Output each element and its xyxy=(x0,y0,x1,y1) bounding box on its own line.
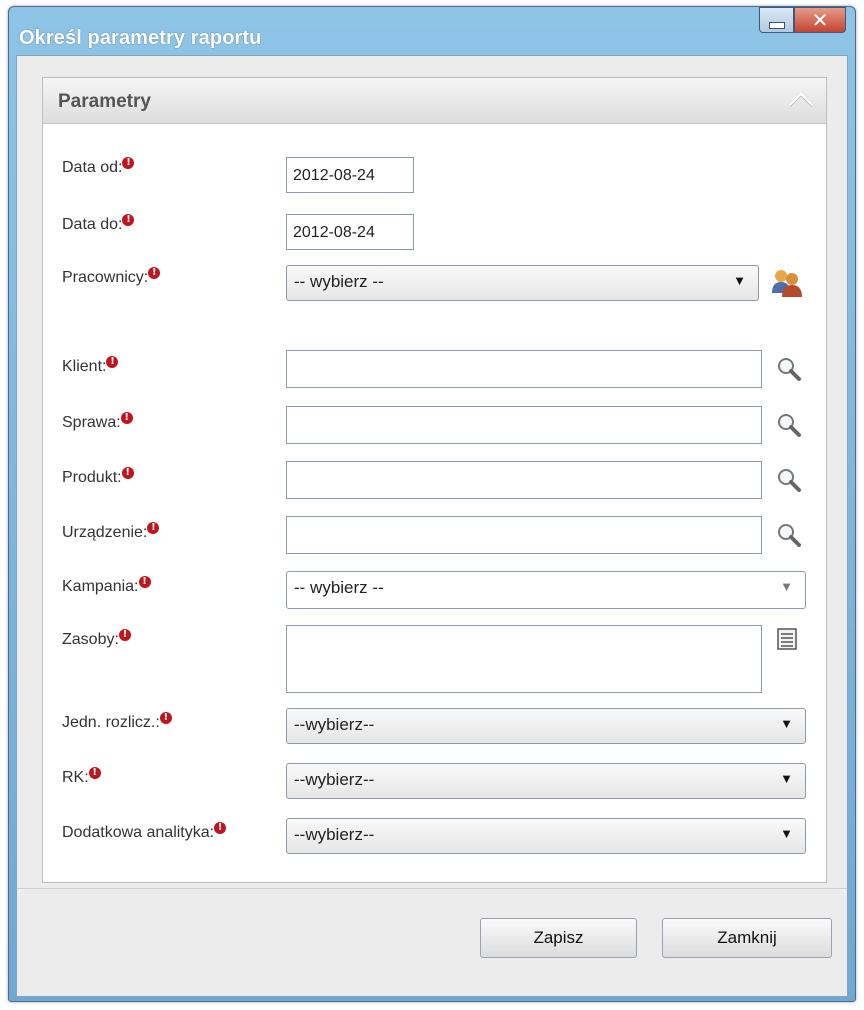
extra-analytics-select[interactable]: --wybierz-- ▼ xyxy=(286,818,806,854)
dropdown-arrow-icon: ▼ xyxy=(780,579,793,594)
employees-select-value: -- wybierz -- xyxy=(294,272,384,291)
campaign-select[interactable]: -- wybierz -- ▼ xyxy=(286,571,806,609)
search-icon[interactable] xyxy=(776,467,802,493)
required-icon: ! xyxy=(121,467,134,479)
client-label: Klient:! xyxy=(62,356,119,376)
resources-list[interactable] xyxy=(286,625,762,693)
billing-unit-select-value: --wybierz-- xyxy=(294,715,375,734)
date-to-input[interactable]: 2012-08-24 xyxy=(286,214,414,250)
close-icon: ✕ xyxy=(811,8,829,32)
panel-header[interactable]: Parametry xyxy=(43,78,826,124)
rk-label: RK:! xyxy=(62,767,101,787)
date-from-label: Data od:! xyxy=(62,157,135,177)
required-icon: ! xyxy=(106,356,119,368)
dropdown-arrow-icon: ▼ xyxy=(733,273,746,288)
search-icon[interactable] xyxy=(776,356,802,382)
rk-select-value: --wybierz-- xyxy=(294,770,375,789)
required-icon: ! xyxy=(120,412,133,424)
employees-select[interactable]: -- wybierz -- ▼ xyxy=(286,265,759,301)
product-label: Produkt:! xyxy=(62,467,134,487)
campaign-label: Kampania:! xyxy=(62,576,151,596)
extra-analytics-label: Dodatkowa analityka:! xyxy=(62,822,227,842)
dialog-body: Parametry Data od:! 2012-08-24 Data do:!… xyxy=(16,55,848,997)
product-input[interactable] xyxy=(286,461,762,499)
collapse-icon[interactable] xyxy=(786,86,816,114)
minimize-button[interactable] xyxy=(759,7,794,33)
save-button[interactable]: Zapisz xyxy=(480,918,637,958)
required-icon: ! xyxy=(159,712,172,724)
close-window-button[interactable]: ✕ xyxy=(794,7,846,33)
campaign-select-value: -- wybierz -- xyxy=(294,578,384,597)
close-button[interactable]: Zamknij xyxy=(662,918,832,958)
required-icon: ! xyxy=(118,629,131,641)
dropdown-arrow-icon: ▼ xyxy=(780,771,793,786)
date-from-input[interactable]: 2012-08-24 xyxy=(286,157,414,193)
required-icon: ! xyxy=(148,267,161,279)
required-icon: ! xyxy=(88,767,101,779)
date-to-label: Data do:! xyxy=(62,214,135,234)
device-label: Urządzenie:! xyxy=(62,522,160,542)
minimize-icon xyxy=(768,21,785,29)
case-input[interactable] xyxy=(286,406,762,444)
employees-label: Pracownicy:! xyxy=(62,267,161,287)
dropdown-arrow-icon: ▼ xyxy=(780,826,793,841)
users-icon[interactable] xyxy=(770,267,804,297)
required-icon: ! xyxy=(122,157,135,169)
case-label: Sprawa:! xyxy=(62,412,133,432)
list-icon[interactable] xyxy=(776,627,798,651)
parameters-panel: Parametry Data od:! 2012-08-24 Data do:!… xyxy=(42,77,827,883)
search-icon[interactable] xyxy=(776,412,802,438)
dialog-footer-divider xyxy=(17,888,847,889)
panel-title: Parametry xyxy=(58,91,151,112)
resources-label: Zasoby:! xyxy=(62,629,131,649)
client-input[interactable] xyxy=(286,350,762,388)
title-bar[interactable]: Określ parametry raportu ✕ xyxy=(9,7,855,59)
billing-unit-select[interactable]: --wybierz-- ▼ xyxy=(286,708,806,744)
dropdown-arrow-icon: ▼ xyxy=(780,716,793,731)
window-title: Określ parametry raportu xyxy=(19,27,262,49)
required-icon: ! xyxy=(214,822,227,834)
search-icon[interactable] xyxy=(776,522,802,548)
required-icon: ! xyxy=(147,522,160,534)
required-icon: ! xyxy=(122,214,135,226)
rk-select[interactable]: --wybierz-- ▼ xyxy=(286,763,806,799)
extra-analytics-select-value: --wybierz-- xyxy=(294,825,375,844)
billing-unit-label: Jedn. rozlicz.:! xyxy=(62,712,172,732)
device-input[interactable] xyxy=(286,516,762,554)
report-params-dialog: Określ parametry raportu ✕ Parametry Dat… xyxy=(8,6,856,1002)
required-icon: ! xyxy=(138,576,151,588)
